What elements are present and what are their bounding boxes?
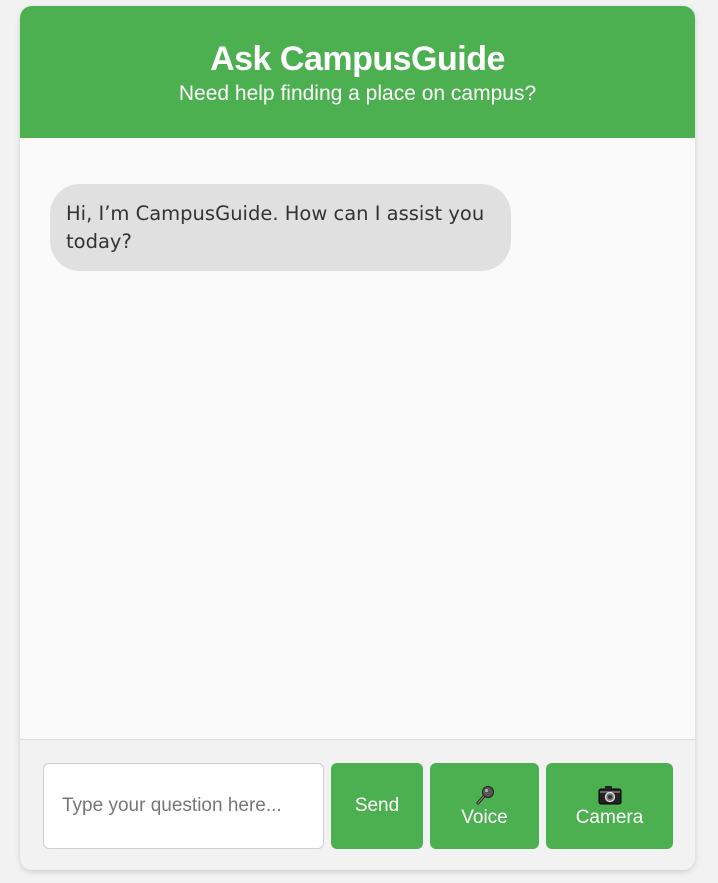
page-title: Ask CampusGuide xyxy=(210,40,505,78)
voice-button[interactable]: Voice xyxy=(430,763,539,849)
bot-message-bubble: Hi, I’m CampusGuide. How can I assist yo… xyxy=(50,184,511,271)
send-button-label: Send xyxy=(354,795,400,816)
page-subtitle: Need help finding a place on campus? xyxy=(178,82,537,105)
voice-button-label: Voice xyxy=(461,806,508,828)
camera-button[interactable]: Camera xyxy=(546,763,673,849)
chat-window: Ask CampusGuide Need help finding a plac… xyxy=(20,6,695,870)
chat-messages: Hi, I’m CampusGuide. How can I assist yo… xyxy=(20,138,695,739)
microphone-icon xyxy=(474,784,496,806)
question-input[interactable] xyxy=(43,763,324,849)
send-button[interactable]: Send xyxy=(331,763,423,849)
input-bar: Send Voice xyxy=(20,739,695,870)
camera-button-label: Camera xyxy=(575,806,644,828)
chat-header: Ask CampusGuide Need help finding a plac… xyxy=(20,6,695,138)
camera-icon xyxy=(598,784,622,806)
